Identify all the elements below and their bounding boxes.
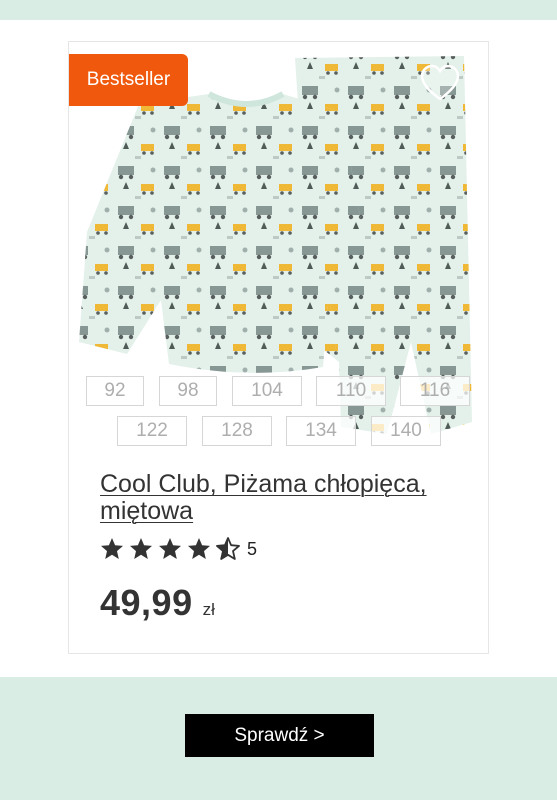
size-option[interactable]: 134 (286, 416, 356, 446)
size-option[interactable]: 110 (316, 376, 386, 406)
wishlist-heart-icon[interactable] (420, 64, 460, 104)
product-image[interactable]: Bestseller 92 98 104 110 116 122 128 134… (69, 42, 488, 462)
size-option[interactable]: 140 (371, 416, 441, 446)
review-count: 5 (247, 538, 258, 559)
star-full-icon (159, 538, 181, 559)
top-band (0, 0, 557, 20)
size-option[interactable]: 122 (117, 416, 187, 446)
product-title-link[interactable]: Cool Club, Piżama chłopięca, miętowa (100, 471, 470, 525)
star-full-icon (101, 538, 123, 559)
size-option[interactable]: 92 (86, 376, 144, 406)
star-full-icon (188, 538, 210, 559)
star-full-icon (130, 538, 152, 559)
size-option[interactable]: 128 (202, 416, 272, 446)
star-half-icon (216, 537, 240, 560)
check-button[interactable]: Sprawdź > (185, 714, 374, 757)
size-option[interactable]: 104 (232, 376, 302, 406)
product-card[interactable]: Bestseller 92 98 104 110 116 122 128 134… (68, 41, 489, 654)
size-option[interactable]: 98 (159, 376, 217, 406)
size-option[interactable]: 116 (400, 376, 470, 406)
price: 49,99 zł (100, 582, 215, 624)
rating-stars: 5 (100, 537, 257, 561)
price-currency: zł (202, 600, 215, 619)
bestseller-badge: Bestseller (69, 54, 188, 106)
price-amount: 49,99 (100, 582, 193, 623)
